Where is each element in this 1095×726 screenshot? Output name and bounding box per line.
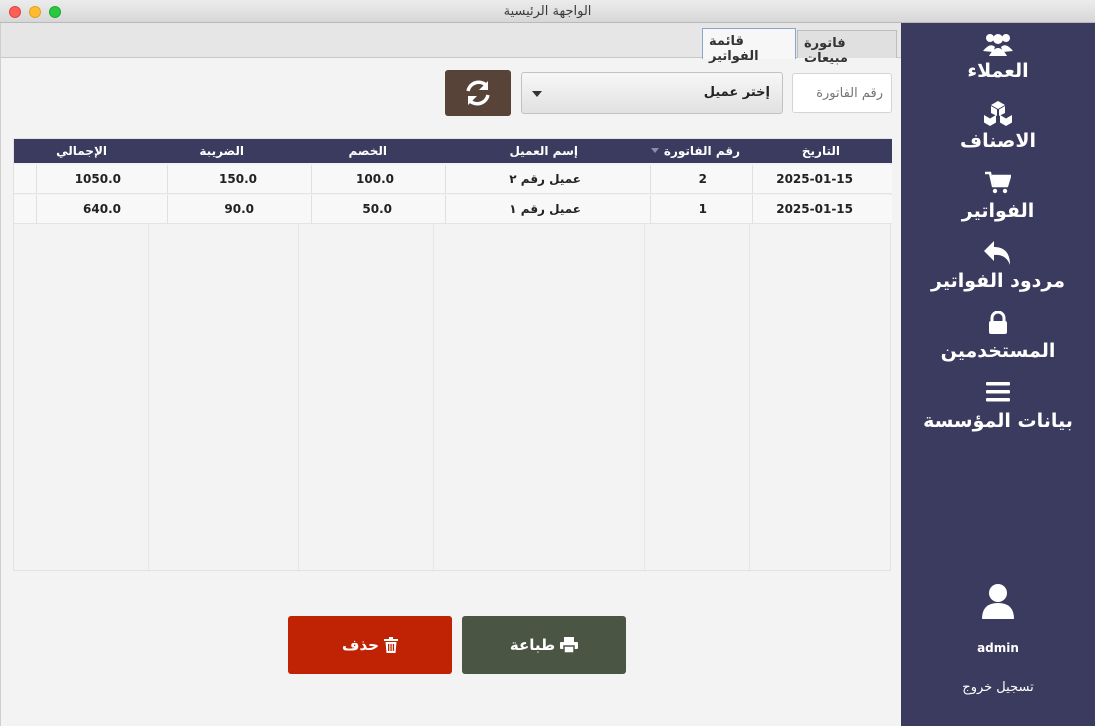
window-title: الواجهة الرئيسية (503, 4, 592, 19)
table-row[interactable]: 2025-01-15 2 عميل رقم ٢ 100.0 150.0 1050… (14, 165, 892, 194)
cubes-icon (901, 101, 1095, 129)
tab-sales-invoice[interactable]: فاتورة مبيعات (797, 30, 897, 66)
bars-icon (901, 381, 1095, 409)
cell-divider (311, 195, 312, 224)
cell-invoice-number: 2 (698, 172, 707, 186)
column-grid-line (148, 224, 149, 572)
chevron-down-icon (532, 91, 542, 97)
column-header-date[interactable]: التاريخ (802, 144, 840, 158)
cell-discount: 50.0 (362, 202, 392, 216)
user-icon (982, 584, 1014, 619)
cell-discount: 100.0 (356, 172, 394, 186)
column-header-invoice-number[interactable]: رقم الفاتورة (664, 144, 740, 158)
column-grid-line (298, 224, 299, 572)
client-select[interactable]: إختر عميل (521, 72, 783, 114)
cell-divider (311, 165, 312, 194)
logout-link[interactable]: تسجيل خروج (901, 680, 1095, 695)
cell-divider (445, 165, 446, 194)
client-select-value: إختر عميل (703, 85, 770, 100)
reply-icon (901, 241, 1095, 269)
column-header-discount[interactable]: الخصم (348, 144, 387, 158)
tab-strip: فاتورة مبيعات قائمة الفواتير (1, 23, 902, 66)
delete-button-label: حذف (342, 636, 379, 654)
refresh-button[interactable] (445, 70, 511, 116)
sidebar-item-organization-data[interactable]: بيانات المؤسسة (901, 381, 1095, 433)
invoice-number-input[interactable] (792, 73, 892, 113)
column-grid-line (749, 224, 750, 572)
sidebar-item-label: مردود الفواتير (931, 270, 1065, 292)
user-name: admin (977, 641, 1019, 655)
cell-date: 2025-01-15 (776, 172, 853, 186)
cell-divider (36, 195, 37, 224)
table-row[interactable]: 2025-01-15 1 عميل رقم ١ 50.0 90.0 640.0 (14, 195, 892, 224)
sidebar-item-invoices[interactable]: الفواتير (901, 171, 1095, 223)
app-window: الواجهة الرئيسية فاتورة مبيعات قائمة الف… (0, 0, 1095, 726)
cell-total: 1050.0 (74, 172, 121, 186)
cell-client-name: عميل رقم ١ (509, 202, 581, 216)
cell-divider (167, 195, 168, 224)
sidebar-item-products[interactable]: الاصناف (901, 101, 1095, 153)
sidebar-item-invoice-returns[interactable]: مردود الفواتير (901, 241, 1095, 293)
cell-divider (650, 165, 651, 194)
cell-divider (752, 195, 753, 224)
sort-icon[interactable] (651, 148, 659, 153)
cell-total: 640.0 (83, 202, 121, 216)
refresh-icon (466, 80, 490, 106)
users-icon (901, 31, 1095, 59)
column-header-tax[interactable]: الضريبة (199, 144, 244, 158)
tab-invoice-list[interactable]: قائمة الفواتير (702, 28, 796, 64)
cell-divider (445, 195, 446, 224)
user-avatar (901, 583, 1095, 623)
cart-icon (901, 171, 1095, 199)
title-bar: الواجهة الرئيسية (0, 0, 1095, 23)
lock-icon (901, 310, 1095, 339)
cell-invoice-number: 1 (698, 202, 707, 216)
cell-tax: 90.0 (224, 202, 254, 216)
table-header: التاريخ رقم الفاتورة إسم العميل الخصم ال… (14, 139, 892, 163)
print-button-label: طباعة (509, 636, 556, 654)
cell-divider (167, 165, 168, 194)
cell-divider (650, 195, 651, 224)
sidebar-item-label: الفواتير (961, 200, 1035, 222)
sidebar-item-users[interactable]: المستخدمين (901, 310, 1095, 363)
print-button[interactable]: طباعة (462, 616, 626, 674)
cell-date: 2025-01-15 (776, 202, 853, 216)
printer-icon (560, 637, 579, 653)
sidebar: العملاء الاصناف الفواتير مردود الفواتير … (901, 23, 1095, 726)
cell-divider (36, 165, 37, 194)
column-grid-line (433, 224, 434, 572)
sidebar-item-label: الاصناف (960, 130, 1036, 152)
column-grid-line (644, 224, 645, 572)
column-header-client-name[interactable]: إسم العميل (509, 144, 578, 158)
sidebar-item-clients[interactable]: العملاء (901, 31, 1095, 83)
sidebar-item-label: بيانات المؤسسة (923, 410, 1073, 432)
cell-divider (752, 165, 753, 194)
cell-tax: 150.0 (219, 172, 257, 186)
invoices-table: التاريخ رقم الفاتورة إسم العميل الخصم ال… (13, 138, 892, 572)
trash-icon (383, 637, 398, 653)
sidebar-item-label: المستخدمين (940, 340, 1056, 362)
delete-button[interactable]: حذف (288, 616, 452, 674)
cell-client-name: عميل رقم ٢ (509, 172, 581, 186)
sidebar-item-label: العملاء (967, 60, 1029, 82)
column-header-total[interactable]: الإجمالي (56, 144, 107, 158)
main-content: فاتورة مبيعات قائمة الفواتير إختر عميل ا… (0, 23, 902, 726)
